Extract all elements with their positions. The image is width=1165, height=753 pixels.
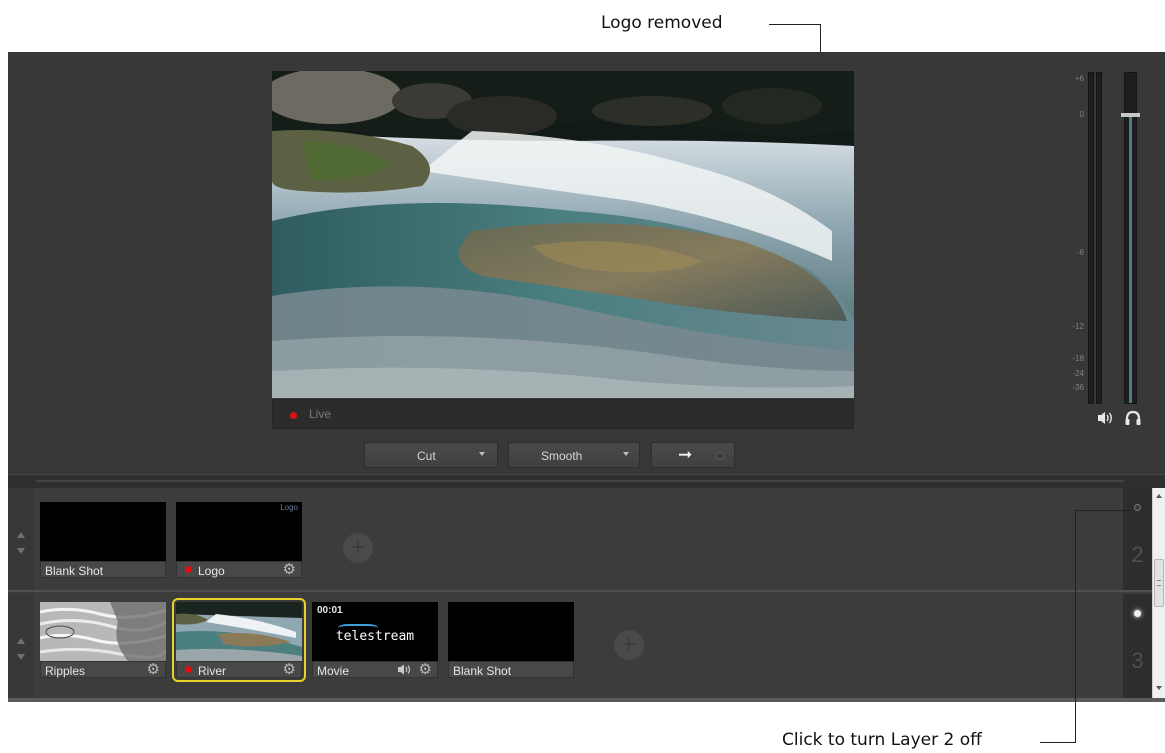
shot-label-bar: Blank Shot xyxy=(448,661,574,678)
shot-thumbnail xyxy=(40,602,166,661)
shot-logo[interactable]: Logo Logo ⚙ xyxy=(176,502,302,578)
callout-layer-2-off: Click to turn Layer 2 off xyxy=(782,730,982,750)
shot-label-bar: River ⚙ xyxy=(176,661,302,678)
gear-icon[interactable]: ⚙ xyxy=(283,662,296,677)
meter-tick: +6 xyxy=(1074,74,1084,83)
scroll-up-icon[interactable] xyxy=(1156,494,1162,498)
shot-blank-shot[interactable]: Blank Shot xyxy=(448,602,574,678)
chevron-down-icon xyxy=(479,452,485,456)
layer-indicator-column: 2 xyxy=(1123,488,1152,590)
shot-thumbnail: 00:01 telestream xyxy=(312,602,438,661)
gear-icon[interactable]: ⚙ xyxy=(147,662,160,677)
monitor-volume-level xyxy=(1129,117,1132,403)
add-shot-button[interactable]: + xyxy=(614,630,644,660)
panel-splitter[interactable] xyxy=(8,474,1165,488)
meter-bar-left xyxy=(1088,72,1094,404)
cut-label: Cut xyxy=(417,449,436,463)
layer-row-3: Ripples ⚙ River ⚙ 00:01 telestream Movie… xyxy=(8,594,1152,698)
shot-label-bar: Blank Shot xyxy=(40,561,166,578)
shot-ripples[interactable]: Ripples ⚙ xyxy=(40,602,166,678)
layer-toggle-button[interactable] xyxy=(1134,610,1141,617)
shot-name: Blank Shot xyxy=(45,564,104,578)
program-monitor-area: Live Cut Smooth ➞ +6 0 -6 -12 -18 -24 -3… xyxy=(8,52,1165,474)
meter-tick: -12 xyxy=(1072,322,1084,331)
callout-line-bottom-v xyxy=(1075,510,1076,743)
speaker-icon[interactable] xyxy=(1097,410,1115,426)
live-label: Live xyxy=(309,407,332,421)
callout-line-bottom-h2 xyxy=(1040,742,1076,743)
layers-scrollbar[interactable] xyxy=(1152,488,1165,698)
grip-icon xyxy=(1157,580,1161,586)
shot-river[interactable]: River ⚙ xyxy=(172,598,306,682)
transition-status-led xyxy=(716,452,724,460)
app-window: Live Cut Smooth ➞ +6 0 -6 -12 -18 -24 -3… xyxy=(8,52,1165,702)
move-layer-down-icon[interactable] xyxy=(17,654,25,660)
layer-row-2: Blank Shot Logo Logo ⚙ + 2 xyxy=(8,488,1152,592)
headphone-icon[interactable] xyxy=(1124,410,1142,426)
shot-name: River xyxy=(198,664,227,678)
take-transition-button[interactable]: ➞ xyxy=(651,442,735,468)
scroll-down-icon[interactable] xyxy=(1156,686,1162,690)
meter-tick: -36 xyxy=(1072,383,1084,392)
layer-number: 3 xyxy=(1131,648,1144,673)
meter-bar-right xyxy=(1096,72,1102,404)
shot-name: Ripples xyxy=(45,664,86,678)
move-layer-up-icon[interactable] xyxy=(17,638,25,644)
scroll-thumb[interactable] xyxy=(1154,559,1164,607)
move-layer-down-icon[interactable] xyxy=(17,548,25,554)
callout-logo-removed: Logo removed xyxy=(601,13,723,33)
live-indicator-dot xyxy=(290,412,297,419)
move-layer-up-icon[interactable] xyxy=(17,532,25,538)
live-dot xyxy=(185,566,192,573)
smooth-label: Smooth xyxy=(541,449,583,463)
right-arrow-icon: ➞ xyxy=(678,445,693,464)
shot-label-bar: Movie ⚙ xyxy=(312,661,438,678)
shot-thumbnail: Logo xyxy=(176,502,302,561)
shot-label-bar: Ripples ⚙ xyxy=(40,661,166,678)
thumb-brand-text: telestream xyxy=(335,629,415,644)
thumb-logo-text: Logo xyxy=(280,503,298,512)
shot-movie[interactable]: 00:01 telestream Movie ⚙ xyxy=(312,602,438,678)
shot-name: Blank Shot xyxy=(453,664,512,678)
shot-thumbnail xyxy=(448,602,574,661)
meter-tick: -6 xyxy=(1076,248,1084,257)
shot-label-bar: Logo ⚙ xyxy=(176,561,302,578)
live-status-bar: Live xyxy=(272,399,854,429)
gear-icon[interactable]: ⚙ xyxy=(283,562,296,577)
smooth-transition-dropdown[interactable]: Smooth xyxy=(508,442,640,468)
layer-toggle-button[interactable] xyxy=(1134,504,1141,511)
program-preview xyxy=(272,71,854,398)
meter-tick: 0 xyxy=(1079,110,1084,119)
layer-number: 2 xyxy=(1131,542,1144,567)
gear-icon[interactable]: ⚙ xyxy=(419,662,432,677)
add-shot-button[interactable]: + xyxy=(343,533,373,563)
window-bottom-border xyxy=(8,698,1165,702)
meter-tick: -24 xyxy=(1072,369,1084,378)
thumb-timecode: 00:01 xyxy=(317,605,343,616)
shot-name: Movie xyxy=(317,664,350,678)
shot-name: Logo xyxy=(198,564,225,578)
callout-line-top-h xyxy=(769,24,821,25)
chevron-down-icon xyxy=(623,452,629,456)
splitter-handle xyxy=(36,480,1124,482)
monitor-volume-fader[interactable] xyxy=(1121,113,1140,117)
layer-reorder-controls xyxy=(8,488,34,590)
callout-line-bottom-h1 xyxy=(1075,510,1131,511)
shot-thumbnail xyxy=(176,602,302,661)
shot-blank-shot[interactable]: Blank Shot xyxy=(40,502,166,578)
live-dot xyxy=(185,666,192,673)
cut-transition-dropdown[interactable]: Cut xyxy=(364,442,498,468)
audio-meter: +6 0 -6 -12 -18 -24 -36 xyxy=(1064,69,1164,439)
volume-icon[interactable] xyxy=(397,663,413,676)
meter-tick: -18 xyxy=(1072,354,1084,363)
layer-reorder-controls xyxy=(8,594,34,698)
layer-indicator-column: 3 xyxy=(1123,594,1152,698)
shot-thumbnail xyxy=(40,502,166,561)
